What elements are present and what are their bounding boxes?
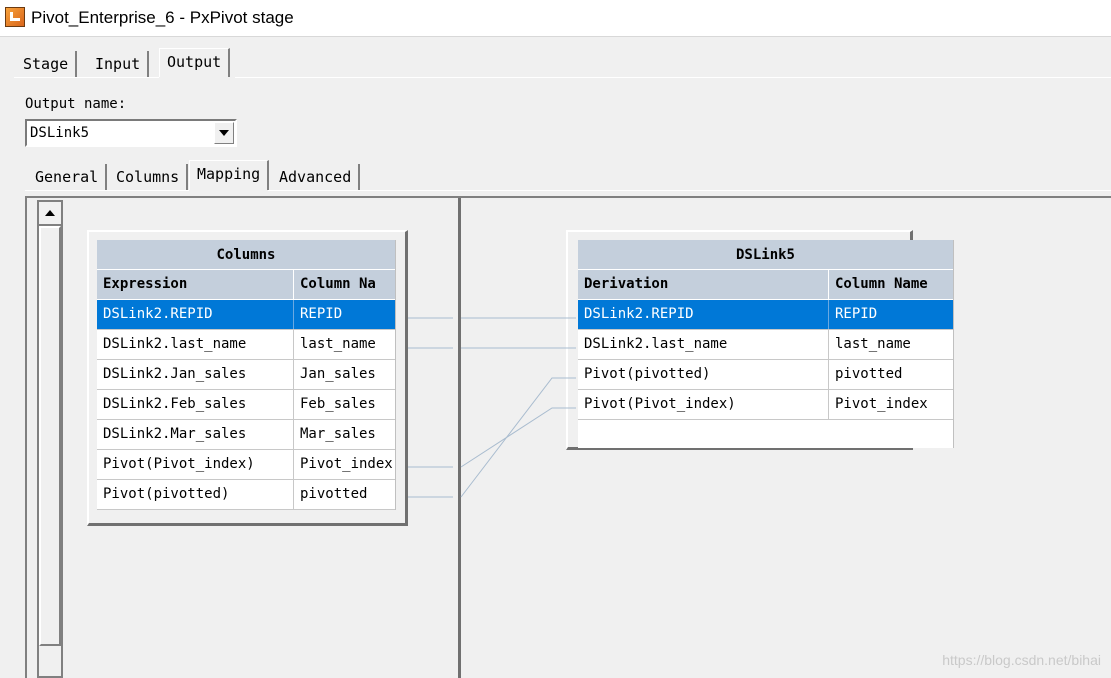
- expression-cell[interactable]: DSLink2.last_name: [97, 330, 293, 359]
- dropdown-button[interactable]: [214, 122, 234, 144]
- table-row[interactable]: DSLink2.REPID REPID: [578, 300, 953, 330]
- column-name-cell[interactable]: Jan_sales: [293, 360, 395, 389]
- arrow-up-icon: [45, 210, 55, 216]
- columns-header-row: Expression Column Na: [97, 270, 395, 300]
- derivation-cell[interactable]: DSLink2.REPID: [578, 300, 828, 329]
- column-name-cell[interactable]: Pivot_index: [828, 390, 953, 419]
- output-name-value: DSLink5: [30, 125, 90, 141]
- output-name-select[interactable]: DSLink5: [25, 119, 237, 147]
- table-row[interactable]: Pivot(pivotted) pivotted: [578, 360, 953, 390]
- tab-mapping[interactable]: Mapping: [189, 160, 270, 190]
- expression-cell[interactable]: DSLink2.Jan_sales: [97, 360, 293, 389]
- tab-stage[interactable]: Stage: [16, 51, 78, 77]
- table-row[interactable]: DSLink2.REPID REPID: [97, 300, 395, 330]
- table-row[interactable]: Pivot(Pivot_index) Pivot_index: [97, 450, 395, 480]
- tab-strip-line-left: [14, 77, 159, 78]
- app-icon: [5, 7, 25, 27]
- title-bar: Pivot_Enterprise_6 - PxPivot stage: [0, 0, 1111, 37]
- column-name-cell[interactable]: Mar_sales: [293, 420, 395, 449]
- tab-stage-label: Stage: [23, 55, 69, 73]
- dslink5-header-row: Derivation Column Name: [578, 270, 953, 300]
- header-derivation[interactable]: Derivation: [578, 270, 828, 299]
- derivation-cell[interactable]: Pivot(pivotted): [578, 360, 828, 389]
- expression-cell[interactable]: DSLink2.Feb_sales: [97, 390, 293, 419]
- dslink5-panel-title: DSLink5: [578, 240, 953, 270]
- table-row[interactable]: Pivot(pivotted) pivotted: [97, 480, 395, 510]
- window-title: Pivot_Enterprise_6 - PxPivot stage: [31, 8, 294, 27]
- watermark: https://blog.csdn.net/bihai: [942, 652, 1101, 668]
- column-name-cell[interactable]: last_name: [293, 330, 395, 359]
- column-name-cell[interactable]: pivotted: [828, 360, 953, 389]
- expression-cell[interactable]: Pivot(pivotted): [97, 480, 293, 509]
- columns-panel-title-text: Columns: [216, 247, 276, 263]
- tab-columns[interactable]: Columns: [109, 164, 189, 190]
- output-name-label: Output name:: [25, 96, 127, 112]
- table-row[interactable]: DSLink2.Feb_sales Feb_sales: [97, 390, 395, 420]
- chevron-down-icon: [219, 130, 229, 136]
- dslink5-grid: DSLink5 Derivation Column Name DSLink2.R…: [578, 240, 954, 448]
- tab-input-label: Input: [95, 55, 141, 73]
- column-name-cell[interactable]: Feb_sales: [293, 390, 395, 419]
- tab-general-label: General: [35, 168, 99, 186]
- tab-columns-label: Columns: [116, 168, 180, 186]
- subtab-strip-line-right: [268, 190, 1111, 191]
- header-column-name[interactable]: Column Name: [828, 270, 953, 299]
- expression-cell[interactable]: DSLink2.Mar_sales: [97, 420, 293, 449]
- column-name-cell[interactable]: pivotted: [293, 480, 395, 509]
- column-name-cell[interactable]: Pivot_index: [293, 450, 395, 479]
- table-row[interactable]: DSLink2.last_name last_name: [578, 330, 953, 360]
- tab-strip-line-right: [235, 77, 1111, 78]
- tab-input[interactable]: Input: [88, 51, 150, 77]
- dslink5-panel-title-text: DSLink5: [735, 247, 795, 263]
- tab-general[interactable]: General: [28, 164, 108, 190]
- expression-cell[interactable]: DSLink2.REPID: [97, 300, 293, 329]
- column-name-cell[interactable]: REPID: [293, 300, 395, 329]
- vertical-scrollbar[interactable]: [37, 200, 63, 678]
- columns-panel[interactable]: Columns Expression Column Na DSLink2.REP…: [87, 230, 408, 526]
- subtab-strip-line-left: [25, 190, 189, 191]
- header-column-name[interactable]: Column Na: [293, 270, 395, 299]
- table-row[interactable]: DSLink2.last_name last_name: [97, 330, 395, 360]
- expression-cell[interactable]: Pivot(Pivot_index): [97, 450, 293, 479]
- panel-splitter[interactable]: [458, 198, 461, 678]
- column-name-cell[interactable]: last_name: [828, 330, 953, 359]
- columns-panel-title: Columns: [97, 240, 395, 270]
- derivation-cell[interactable]: DSLink2.last_name: [578, 330, 828, 359]
- tab-output-label: Output: [167, 53, 222, 71]
- table-row[interactable]: DSLink2.Jan_sales Jan_sales: [97, 360, 395, 390]
- column-name-cell[interactable]: REPID: [828, 300, 953, 329]
- dslink5-panel[interactable]: DSLink5 Derivation Column Name DSLink2.R…: [566, 230, 954, 450]
- tab-mapping-label: Mapping: [197, 165, 261, 183]
- header-expression[interactable]: Expression: [97, 270, 293, 299]
- table-row[interactable]: DSLink2.Mar_sales Mar_sales: [97, 420, 395, 450]
- scroll-up-button[interactable]: [39, 202, 61, 226]
- tab-advanced[interactable]: Advanced: [272, 164, 361, 190]
- tab-advanced-label: Advanced: [279, 168, 352, 186]
- derivation-cell[interactable]: Pivot(Pivot_index): [578, 390, 828, 419]
- table-row[interactable]: Pivot(Pivot_index) Pivot_index: [578, 390, 953, 420]
- columns-grid: Columns Expression Column Na DSLink2.REP…: [97, 240, 396, 510]
- tab-output[interactable]: Output: [159, 48, 231, 77]
- scroll-thumb[interactable]: [39, 226, 61, 646]
